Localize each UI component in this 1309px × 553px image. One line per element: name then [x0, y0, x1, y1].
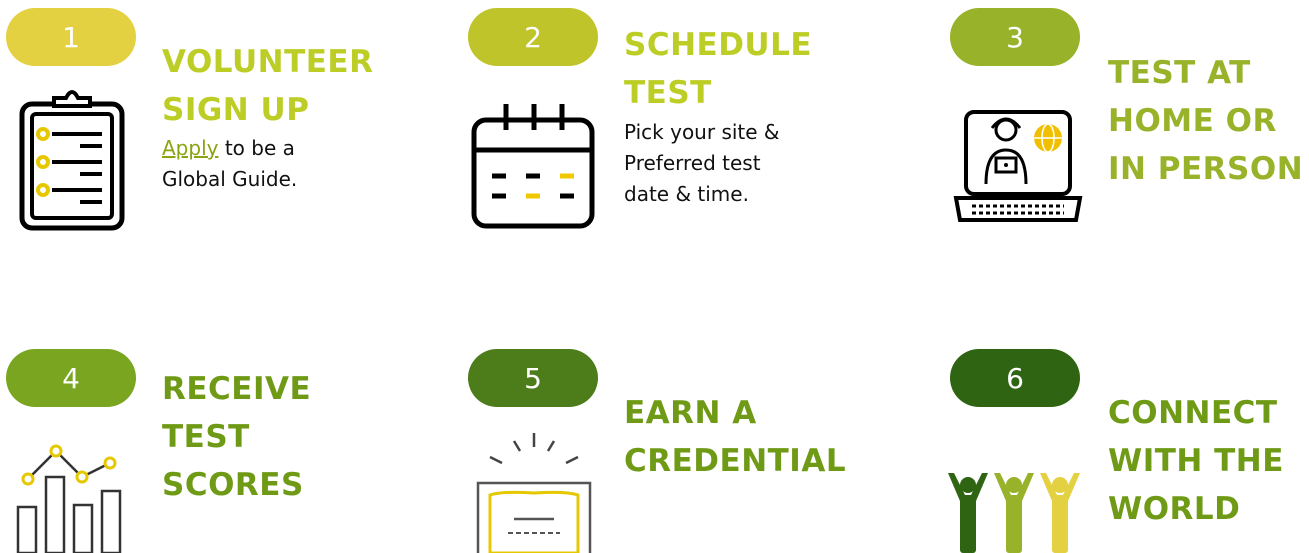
step-5-number: 5 [524, 361, 542, 395]
calendar-icon [471, 104, 595, 229]
step-4-number: 4 [62, 361, 80, 395]
step-5-badge: 5 [468, 349, 598, 407]
step-5-title: EARN A CREDENTIAL [624, 395, 847, 479]
certificate-icon [476, 433, 592, 553]
step-1-number: 1 [62, 20, 80, 54]
step-2-title: SCHEDULE TEST [624, 27, 813, 111]
step-6-title: CONNECT WITH THE WORLD [1108, 395, 1284, 527]
step-1-title: VOLUNTEER SIGN UP [162, 44, 374, 128]
clipboard-checklist-icon [19, 90, 125, 231]
step-2-description: Pick your site & Preferred test date & t… [624, 120, 780, 206]
bar-line-chart-icon [16, 444, 122, 553]
step-1-badge: 1 [6, 8, 136, 66]
step-3-number: 3 [1006, 20, 1024, 54]
apply-link[interactable]: Apply [162, 136, 218, 160]
step-6-badge: 6 [950, 349, 1080, 407]
step-4-title: RECEIVE TEST SCORES [162, 371, 312, 503]
step-2-number: 2 [524, 20, 542, 54]
step-1-description: Apply to be a Global Guide. [162, 133, 297, 195]
step-3-badge: 3 [950, 8, 1080, 66]
step-2-badge: 2 [468, 8, 598, 66]
laptop-remote-test-icon [953, 110, 1083, 222]
step-6-number: 6 [1006, 361, 1024, 395]
step-3-title: TEST AT HOME OR IN PERSON [1108, 55, 1304, 187]
people-celebrating-icon [948, 473, 1080, 553]
step-4-badge: 4 [6, 349, 136, 407]
